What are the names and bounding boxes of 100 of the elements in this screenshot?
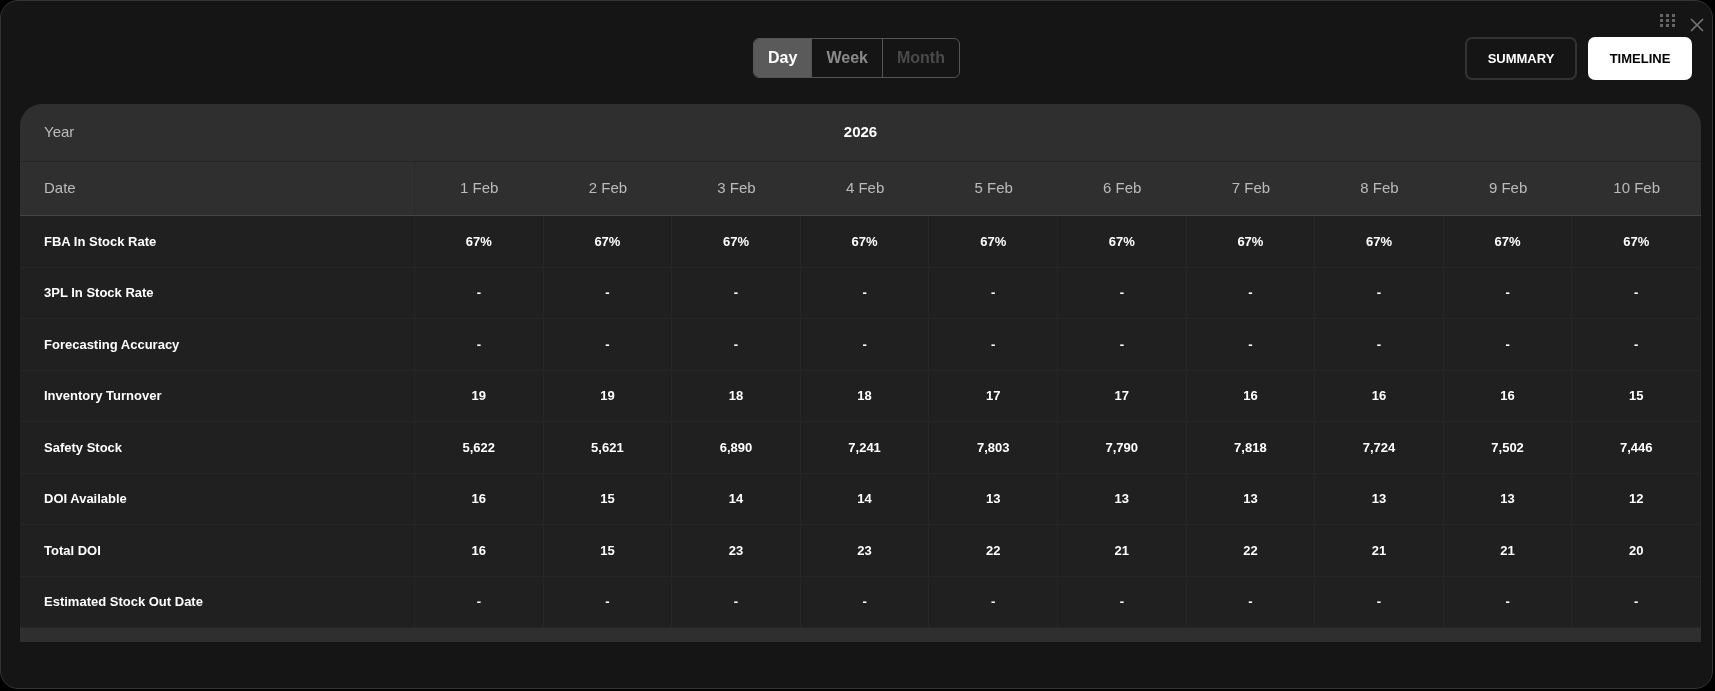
table-cell-text: 21 [1114, 541, 1130, 560]
table-cell-text: 67% [1623, 232, 1650, 251]
column-header: 8 Feb [1360, 178, 1399, 199]
table-cell-text: 6,890 [719, 438, 753, 457]
table-cell-text: - [1119, 335, 1124, 354]
row-label: Forecasting Accuracy [44, 335, 180, 354]
column-header: 3 Feb [717, 178, 756, 199]
table-cell-text: - [862, 593, 867, 611]
year-value: 2026 [843, 122, 878, 143]
view-button[interactable]: SUMMARY [1465, 37, 1577, 80]
table-cell-text: - [1376, 335, 1382, 354]
table-cell-text: - [1248, 593, 1253, 611]
row-label: 3PL In Stock Rate [44, 284, 154, 302]
table-cell-text: 19 [600, 387, 615, 405]
table-cell-text: 21 [1500, 541, 1515, 560]
table-cell-text: 13 [985, 490, 1001, 508]
table-cell-text: 67% [980, 232, 1007, 251]
table-cell-text: 18 [728, 387, 744, 405]
column-header: 10 Feb [1613, 178, 1661, 199]
table-cell-text: - [1119, 593, 1124, 611]
table-cell-text: - [605, 284, 610, 302]
column-header: 7 Feb [1231, 178, 1271, 199]
column-header: Date [44, 178, 76, 199]
table-cell-text: 16 [471, 541, 487, 560]
table-cell-text: - [733, 284, 739, 302]
column-header: 2 Feb [588, 178, 628, 199]
table-cell-text: - [1376, 593, 1382, 611]
table-cell-text: 22 [985, 541, 1001, 560]
table-cell-text: 13 [1243, 490, 1258, 508]
table-cell-text: 7,502 [1491, 438, 1524, 457]
table-cell-text: - [862, 335, 867, 354]
table-cell-text: 13 [1114, 490, 1130, 508]
table-cell-text: - [1505, 335, 1510, 354]
grid-icon[interactable] [1660, 14, 1676, 28]
table-cell-text: 67% [594, 232, 621, 251]
close-icon[interactable] [1690, 18, 1704, 32]
table-cell-text: 13 [1371, 490, 1387, 508]
table-cell-text: 14 [728, 490, 744, 508]
table-cell-text: 67% [722, 232, 749, 251]
table-cell-text: 5,621 [591, 438, 624, 457]
table-cell-text: 20 [1628, 541, 1644, 560]
column-header: 6 Feb [1103, 178, 1142, 199]
table-cell-text: - [1119, 284, 1124, 302]
table-cell-text: 12 [1628, 490, 1644, 508]
table-cell-text: 15 [600, 541, 615, 560]
table-cell-text: - [733, 593, 739, 611]
table-cell-text: - [476, 284, 481, 302]
table-cell-text: 15 [600, 490, 615, 508]
table-cell-text: - [733, 335, 739, 354]
row-label: FBA In Stock Rate [44, 232, 157, 251]
table-cell-text: 67% [1494, 232, 1521, 251]
table-cell-text: 67% [1108, 232, 1135, 251]
row-label: DOI Available [44, 490, 127, 508]
year-label: Year [43, 122, 76, 143]
table-cell-text: - [476, 593, 481, 611]
table-cell-text: - [991, 593, 996, 611]
column-header: 1 Feb [460, 178, 499, 199]
table-cell-text: - [476, 335, 481, 354]
table-cell-text: - [991, 335, 996, 354]
period-tab[interactable]: Day [754, 39, 812, 77]
column-header: 9 Feb [1488, 178, 1528, 199]
table-cell-text: - [1634, 593, 1639, 611]
table-cell-text: - [1505, 284, 1510, 302]
table-cell-text: 7,241 [848, 438, 881, 457]
row-label: Safety Stock [44, 438, 123, 457]
table-cell-text: - [1634, 284, 1639, 302]
period-tab[interactable]: Week [811, 39, 882, 77]
table-cell-text: 67% [1365, 232, 1392, 251]
table-cell-text: 22 [1243, 541, 1258, 560]
table-cell-text: 16 [1500, 387, 1515, 405]
row-label: Inventory Turnover [44, 387, 162, 405]
table-cell-text: - [991, 284, 996, 302]
table-cell-text: - [1505, 593, 1510, 611]
table-cell-text: 23 [728, 541, 744, 560]
table-cell-text: 7,818 [1234, 438, 1267, 457]
table-cell-text: 18 [857, 387, 872, 405]
table-cell-text: 67% [465, 232, 492, 251]
view-button[interactable]: TIMELINE [1588, 37, 1692, 80]
table-cell-text: 7,803 [976, 438, 1010, 457]
table-cell-text: 17 [985, 387, 1001, 405]
table-cell-text: - [605, 335, 610, 354]
table-cell-text: 5,622 [462, 438, 496, 457]
table-cell-text: - [862, 284, 867, 302]
table-cell-text: 7,724 [1362, 438, 1396, 457]
table-cell-text: 23 [857, 541, 872, 560]
table-cell-text: 7,790 [1105, 438, 1139, 457]
column-header: 5 Feb [974, 178, 1013, 199]
table-cell-text: - [1248, 284, 1253, 302]
table-cell-text: 19 [471, 387, 487, 405]
column-header: 4 Feb [845, 178, 885, 199]
table-cell-text: 21 [1371, 541, 1387, 560]
row-label: Estimated Stock Out Date [44, 593, 203, 611]
table-cell-text: 14 [857, 490, 872, 508]
table-cell-text: 13 [1500, 490, 1515, 508]
table-cell-text: 67% [851, 232, 878, 251]
table-cell-text: 17 [1114, 387, 1130, 405]
table-cell-text: - [1634, 335, 1639, 354]
table-cell-text: - [1376, 284, 1382, 302]
table-cell-text: 16 [1243, 387, 1258, 405]
table-cell-text: 15 [1628, 387, 1644, 405]
